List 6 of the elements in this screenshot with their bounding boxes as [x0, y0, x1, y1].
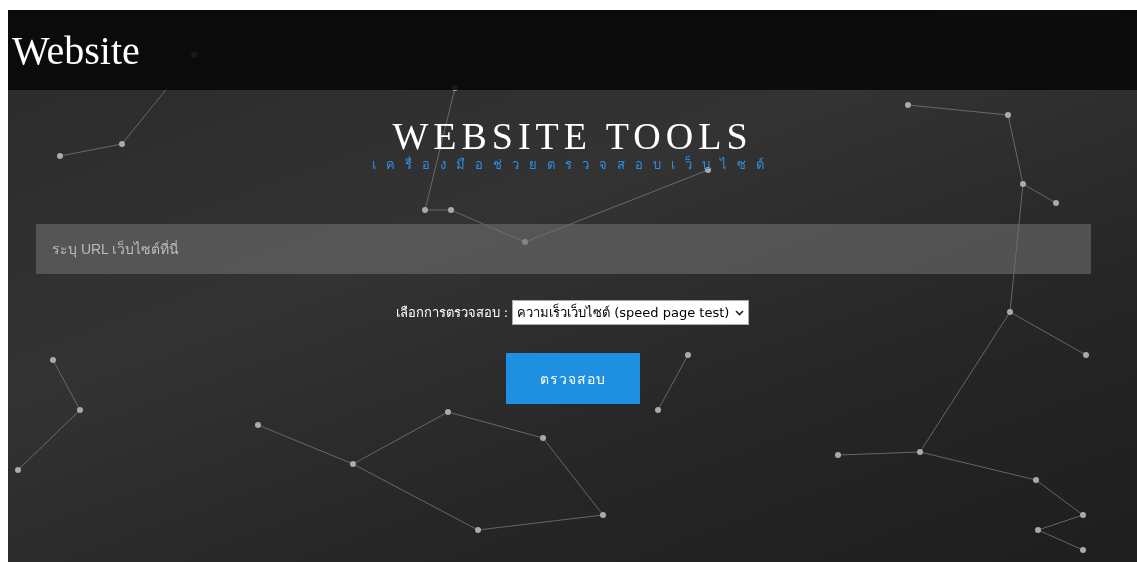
hero-subtitle: เครื่องมือช่วยตรวจสอบเว็บไซต์: [371, 156, 774, 174]
chevron-down-icon: [735, 309, 745, 316]
check-type-label: เลือกการตรวจสอบ :: [395, 304, 509, 322]
url-input-field[interactable]: ระบุ URL เว็บไซต์ที่นี่: [36, 224, 1091, 274]
site-title: Website: [12, 26, 140, 74]
check-type-dropdown[interactable]: ความเร็วเว็บไซต์ (speed page test): [512, 300, 750, 325]
